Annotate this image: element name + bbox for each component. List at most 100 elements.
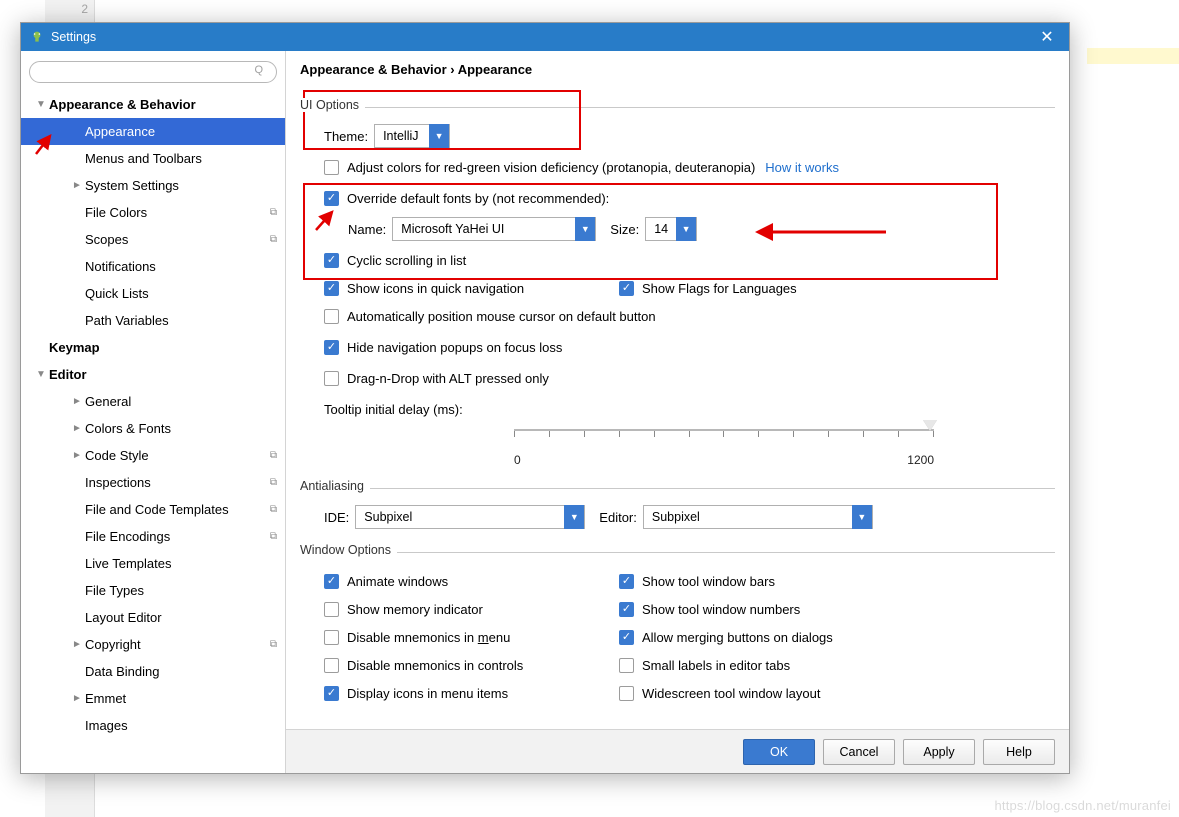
tree-arrow-icon: ▼ (35, 369, 47, 380)
ok-button[interactable]: OK (743, 739, 815, 765)
auto-cursor-checkbox[interactable] (324, 309, 339, 324)
mem-checkbox[interactable] (324, 602, 339, 617)
chevron-down-icon[interactable]: ▼ (676, 217, 696, 241)
adjust-colors-checkbox[interactable] (324, 160, 339, 175)
close-icon[interactable]: ✕ (1033, 23, 1061, 51)
sidebar-item-appearance[interactable]: Appearance (21, 118, 285, 145)
tree-arrow-icon: ▼ (35, 99, 47, 110)
sidebar-item-file-encodings[interactable]: File Encodings⧉ (21, 523, 285, 550)
editor-anti-combo[interactable]: Subpixel ▼ (643, 505, 873, 529)
font-name-combo[interactable]: Microsoft YaHei UI ▼ (392, 217, 596, 241)
sidebar-item-label: Inspections (85, 475, 151, 490)
sidebar-item-label: System Settings (85, 178, 179, 193)
tooltip-delay-slider[interactable]: 0 1200 (514, 427, 934, 467)
section-antialiasing: Antialiasing (300, 479, 1055, 489)
sidebar-item-file-types[interactable]: File Types (21, 577, 285, 604)
sidebar-item-label: File Types (85, 583, 144, 598)
sidebar-item-editor[interactable]: ▼Editor (21, 361, 285, 388)
small-labels-row: Small labels in editor tabs (619, 651, 790, 679)
sidebar-item-notifications[interactable]: Notifications (21, 253, 285, 280)
gutter-line: 2 (51, 2, 88, 16)
section-window-options: Window Options (300, 543, 1055, 553)
sidebar-item-images[interactable]: Images (21, 712, 285, 739)
sidebar-item-general[interactable]: ►General (21, 388, 285, 415)
sidebar-item-label: Colors & Fonts (85, 421, 171, 436)
widescreen-row: Widescreen tool window layout (619, 679, 820, 707)
sidebar-item-colors-fonts[interactable]: ►Colors & Fonts (21, 415, 285, 442)
show-bars-checkbox[interactable] (619, 574, 634, 589)
sidebar-item-label: Layout Editor (85, 610, 162, 625)
sidebar-item-label: Appearance (85, 124, 155, 139)
sidebar-item-inspections[interactable]: Inspections⧉ (21, 469, 285, 496)
cyclic-checkbox[interactable] (324, 253, 339, 268)
sidebar-item-label: Menus and Toolbars (85, 151, 202, 166)
sidebar-item-quick-lists[interactable]: Quick Lists (21, 280, 285, 307)
sidebar-item-file-and-code-templates[interactable]: File and Code Templates⧉ (21, 496, 285, 523)
search-magnify-icon[interactable]: Q (254, 64, 263, 76)
show-flags-checkbox[interactable] (619, 281, 634, 296)
cyclic-label: Cyclic scrolling in list (347, 253, 466, 268)
search-input[interactable] (29, 61, 277, 83)
animate-checkbox[interactable] (324, 574, 339, 589)
titlebar[interactable]: Settings ✕ (21, 23, 1069, 51)
disp-icons-checkbox[interactable] (324, 686, 339, 701)
sidebar-item-menus-and-toolbars[interactable]: Menus and Toolbars (21, 145, 285, 172)
apply-button[interactable]: Apply (903, 739, 975, 765)
sidebar-item-label: General (85, 394, 131, 409)
dis-menu-row: Disable mnemonics in menu (324, 623, 619, 651)
widescreen-checkbox[interactable] (619, 686, 634, 701)
theme-label: Theme: (324, 129, 368, 144)
show-icons-checkbox[interactable] (324, 281, 339, 296)
sidebar-item-copyright[interactable]: ►Copyright⧉ (21, 631, 285, 658)
sidebar-item-code-style[interactable]: ►Code Style⧉ (21, 442, 285, 469)
sidebar-item-live-templates[interactable]: Live Templates (21, 550, 285, 577)
tree-arrow-icon: ► (71, 693, 83, 704)
share-icon: ⧉ (270, 639, 277, 650)
hide-popups-row: Hide navigation popups on focus loss (324, 333, 1055, 361)
sidebar-item-label: Live Templates (85, 556, 171, 571)
dnd-alt-checkbox[interactable] (324, 371, 339, 386)
allow-merge-checkbox[interactable] (619, 630, 634, 645)
chevron-down-icon[interactable]: ▼ (852, 505, 872, 529)
font-size-combo[interactable]: 14 ▼ (645, 217, 697, 241)
settings-tree[interactable]: ▼Appearance & Behavior Appearance Menus an… (21, 91, 285, 773)
sidebar-item-file-colors[interactable]: File Colors⧉ (21, 199, 285, 226)
tree-arrow-icon: ► (71, 396, 83, 407)
sidebar-item-scopes[interactable]: Scopes⧉ (21, 226, 285, 253)
sidebar-item-keymap[interactable]: Keymap (21, 334, 285, 361)
theme-combo[interactable]: IntelliJ ▼ (374, 124, 450, 148)
slider-thumb-icon[interactable] (923, 420, 937, 431)
cancel-button[interactable]: Cancel (823, 739, 895, 765)
override-fonts-checkbox[interactable] (324, 191, 339, 206)
sidebar-item-data-binding[interactable]: Data Binding (21, 658, 285, 685)
sidebar-item-path-variables[interactable]: Path Variables (21, 307, 285, 334)
show-nums-checkbox[interactable] (619, 602, 634, 617)
sidebar-item-label: File Colors (85, 205, 147, 220)
dis-menu-checkbox[interactable] (324, 630, 339, 645)
tree-arrow-icon: ► (71, 639, 83, 650)
chevron-down-icon[interactable]: ▼ (564, 505, 584, 529)
antialiasing-row: IDE: Subpixel ▼ Editor: Subpixel ▼ (324, 503, 1055, 531)
help-button[interactable]: Help (983, 739, 1055, 765)
app-icon (29, 29, 45, 45)
sidebar-item-appearance-behavior[interactable]: ▼Appearance & Behavior (21, 91, 285, 118)
hide-popups-checkbox[interactable] (324, 340, 339, 355)
sidebar-item-layout-editor[interactable]: Layout Editor (21, 604, 285, 631)
sidebar-item-label: File and Code Templates (85, 502, 229, 517)
sidebar-item-emmet[interactable]: ►Emmet (21, 685, 285, 712)
sidebar: Q ▼Appearance & Behavior Appearance Menus … (21, 51, 286, 773)
ide-anti-combo[interactable]: Subpixel ▼ (355, 505, 585, 529)
mem-row: Show memory indicator (324, 595, 619, 623)
sidebar-item-label: Code Style (85, 448, 149, 463)
sidebar-item-system-settings[interactable]: ►System Settings (21, 172, 285, 199)
dialog-footer: OK Cancel Apply Help (286, 729, 1069, 773)
dis-ctrl-checkbox[interactable] (324, 658, 339, 673)
chevron-down-icon[interactable]: ▼ (429, 124, 449, 148)
cyclic-row: Cyclic scrolling in list (324, 246, 1055, 274)
font-name-label: Name: (348, 222, 386, 237)
override-fonts-label: Override default fonts by (not recommend… (347, 191, 609, 206)
show-flags-row: Show Flags for Languages (619, 274, 797, 302)
how-it-works-link[interactable]: How it works (765, 160, 839, 175)
chevron-down-icon[interactable]: ▼ (575, 217, 595, 241)
small-labels-checkbox[interactable] (619, 658, 634, 673)
